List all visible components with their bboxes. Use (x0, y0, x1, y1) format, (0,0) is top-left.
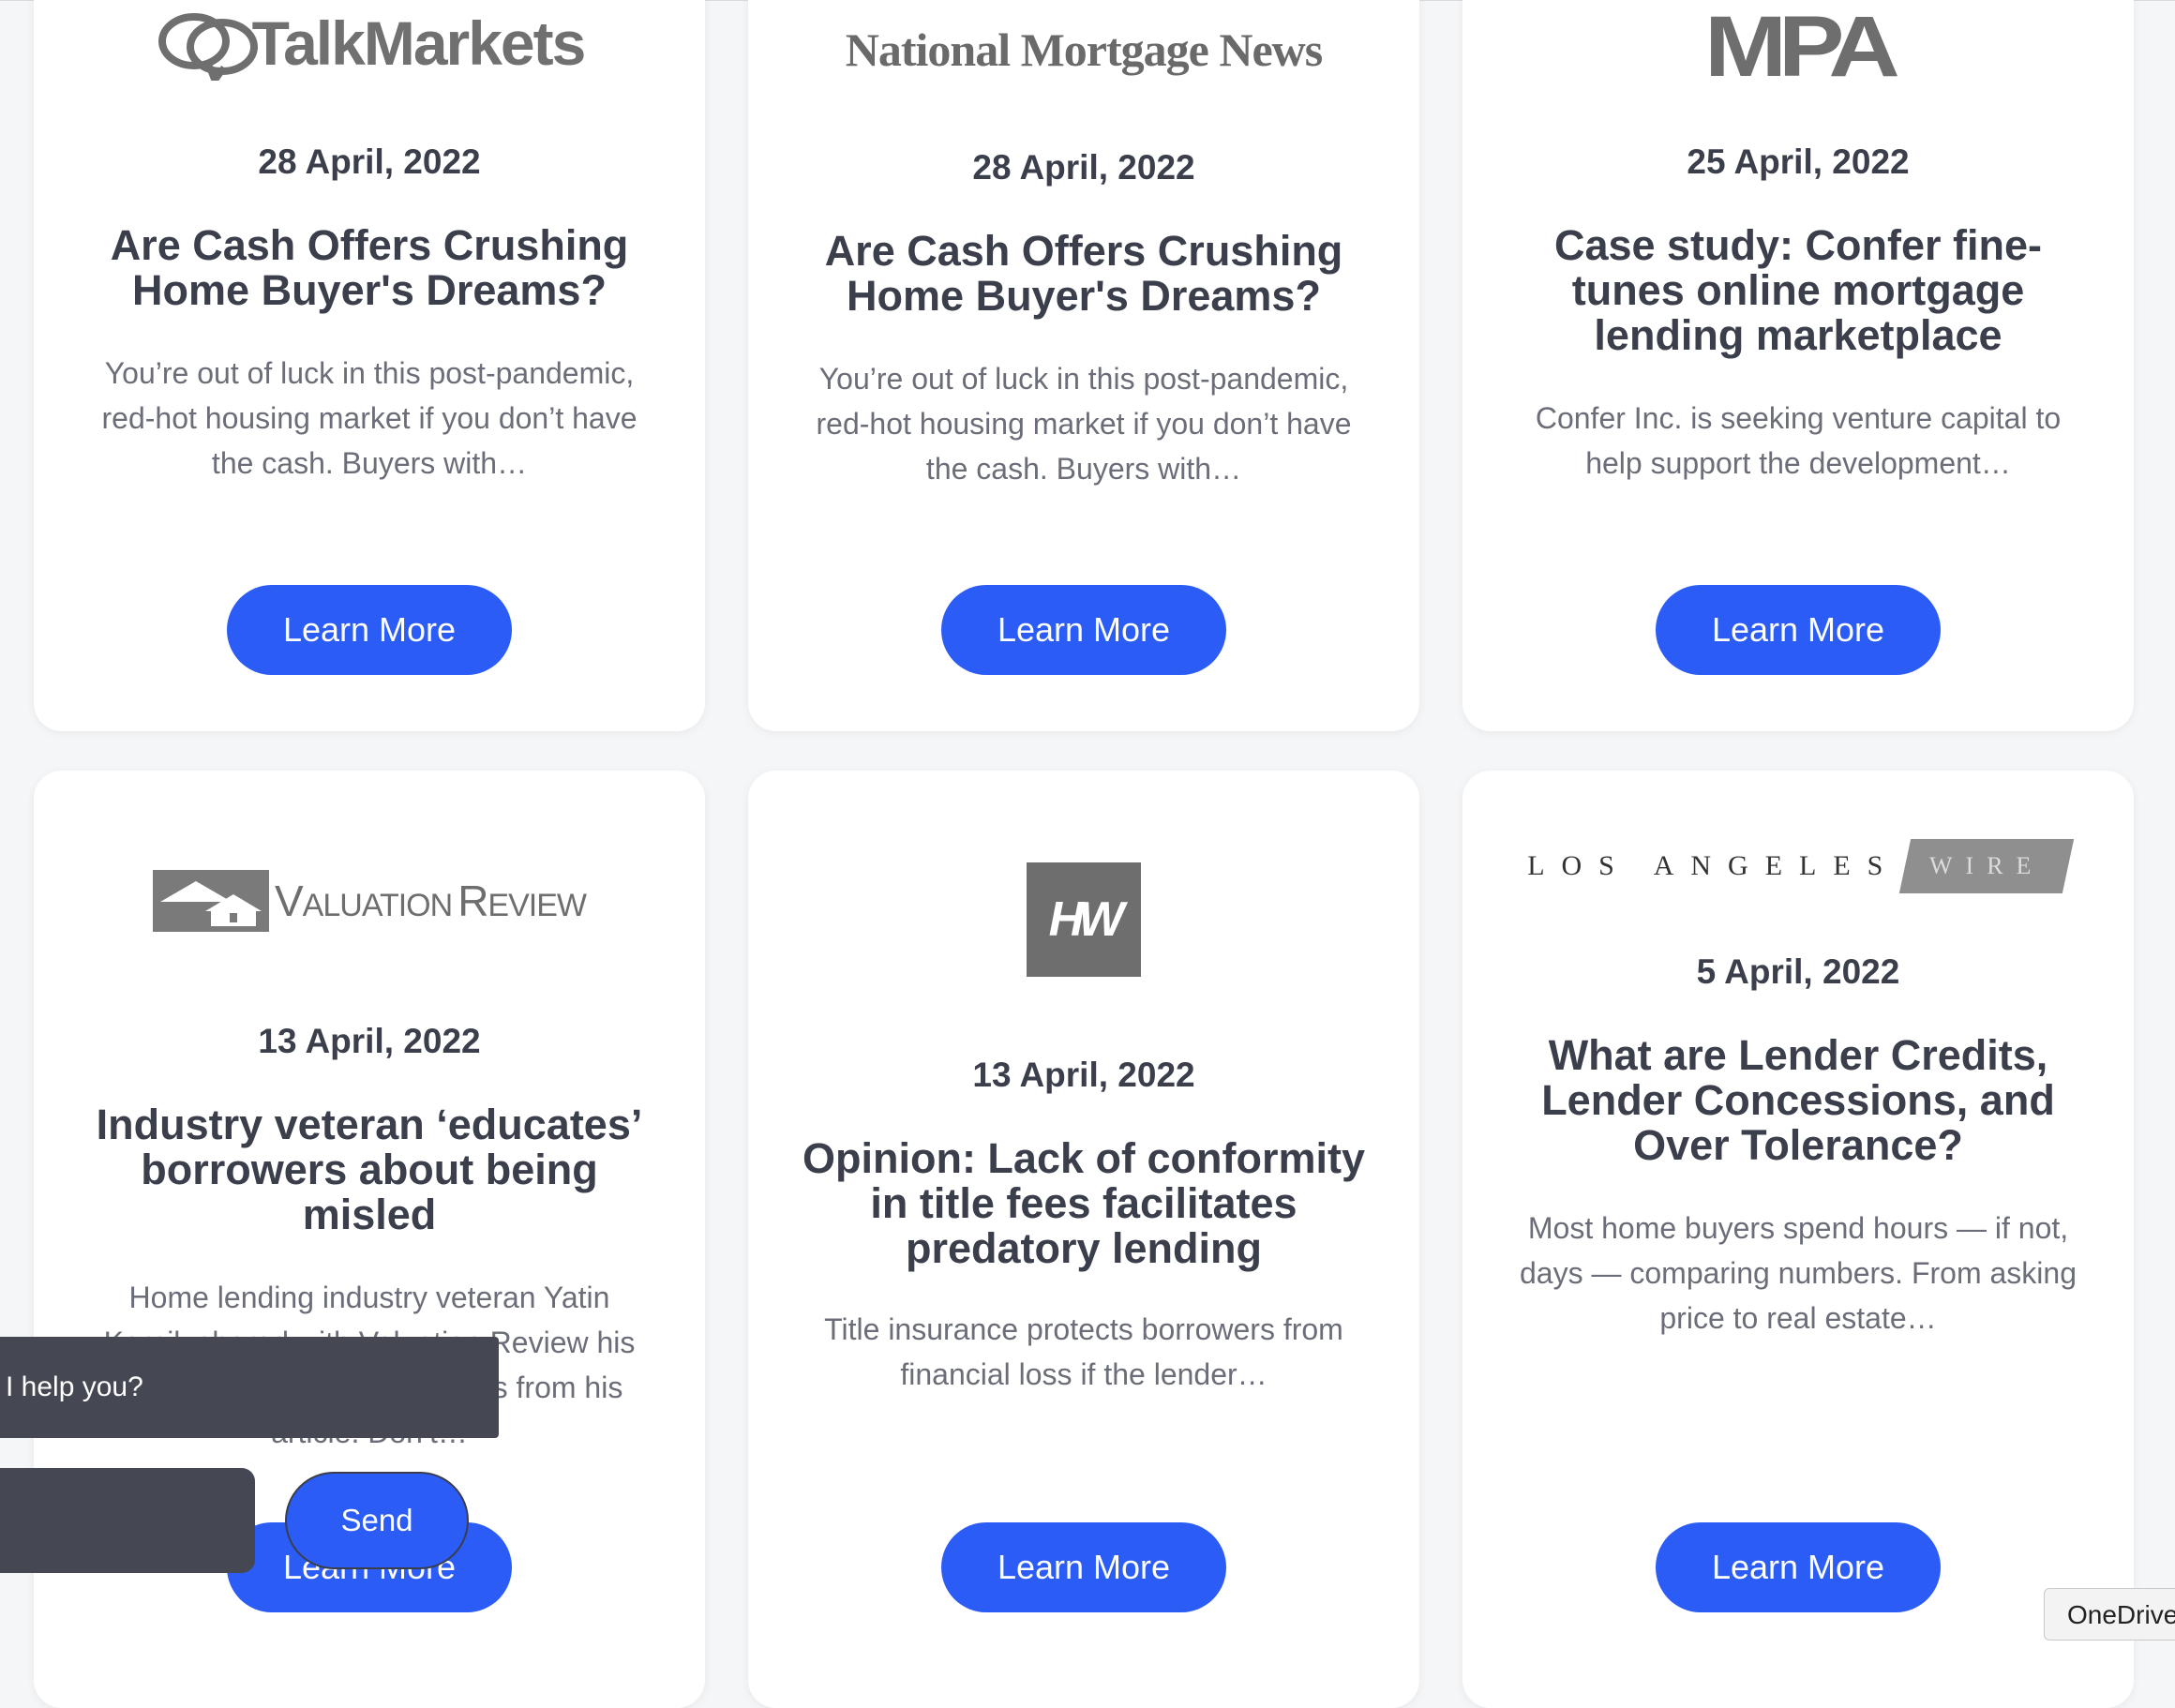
hw-wordmark: HW (1048, 892, 1125, 947)
los-angeles-wordmark: LOS ANGELES (1527, 850, 1900, 881)
talkmarkets-wordmark: TalkMarkets (251, 8, 587, 78)
los-angeles-wire-logo: LOS ANGELES WIRE (1462, 836, 2134, 896)
national-mortgage-news-logo: National Mortgage News (748, 17, 1419, 82)
house-roof-icon (152, 870, 269, 932)
mpa-logo: MPA (1462, 0, 2134, 95)
chat-message-input[interactable] (0, 1468, 255, 1573)
article-excerpt: Most home buyers spend hours — if not, d… (1520, 1211, 2077, 1335)
learn-more-button[interactable]: Learn More (1656, 1522, 1941, 1612)
mpa-wordmark: MPA (1704, 0, 1900, 95)
news-card-housingwire: HW 13 April, 2022 Opinion: Lack of confo… (748, 771, 1419, 1708)
wire-tag: WIRE (1899, 839, 2075, 893)
article-date: 13 April, 2022 (258, 1022, 481, 1060)
article-excerpt: You’re out of luck in this post-pandemic… (816, 362, 1352, 486)
valuation-review-logo: VALUATION REVIEW (34, 868, 705, 934)
article-title: Opinion: Lack of conformity in title fee… (802, 1134, 1365, 1272)
article-title: Are Cash Offers Crushing Home Buyer's Dr… (110, 221, 629, 314)
article-excerpt: You’re out of luck in this post-pandemic… (101, 356, 638, 480)
national-mortgage-news-wordmark: National Mortgage News (845, 23, 1323, 76)
article-excerpt: Confer Inc. is seeking venture capital t… (1535, 401, 2062, 480)
article-date: 5 April, 2022 (1696, 952, 1900, 991)
article-title: What are Lender Credits, Lender Concessi… (1541, 1031, 2055, 1169)
talkmarkets-logo: TalkMarkets (34, 6, 705, 81)
hw-logo: HW (748, 862, 1419, 977)
speech-bubbles-icon (158, 13, 258, 81)
article-excerpt: Title insurance protects borrowers from … (824, 1312, 1343, 1391)
news-card-talkmarkets: TalkMarkets 28 April, 2022 Are Cash Offe… (34, 0, 705, 731)
news-card-los-angeles-wire: LOS ANGELES WIRE 5 April, 2022 What are … (1462, 771, 2134, 1708)
learn-more-button[interactable]: Learn More (227, 585, 512, 675)
learn-more-button[interactable]: Learn More (941, 1522, 1226, 1612)
chat-message-bubble: I help you? (0, 1337, 499, 1438)
article-title: Are Cash Offers Crushing Home Buyer's Dr… (824, 227, 1343, 320)
article-date: 13 April, 2022 (972, 1056, 1195, 1094)
learn-more-button[interactable]: Learn More (1656, 585, 1941, 675)
article-date: 28 April, 2022 (258, 142, 481, 181)
article-date: 28 April, 2022 (972, 148, 1195, 187)
article-title: Case study: Confer fine-tunes online mor… (1553, 221, 2043, 359)
chat-send-button[interactable]: Send (285, 1472, 469, 1569)
news-card-mpa: MPA 25 April, 2022 Case study: Confer fi… (1462, 0, 2134, 731)
article-date: 25 April, 2022 (1687, 142, 1910, 181)
hw-logo-box: HW (1027, 862, 1141, 977)
onedrive-tab[interactable]: OneDrive (2044, 1588, 2175, 1641)
valuation-review-wordmark: VALUATION REVIEW (274, 876, 587, 925)
learn-more-button[interactable]: Learn More (941, 585, 1226, 675)
news-card-national-mortgage-news: National Mortgage News 28 April, 2022 Ar… (748, 0, 1419, 731)
article-title: Industry veteran ‘educates’ borrowers ab… (96, 1101, 643, 1238)
